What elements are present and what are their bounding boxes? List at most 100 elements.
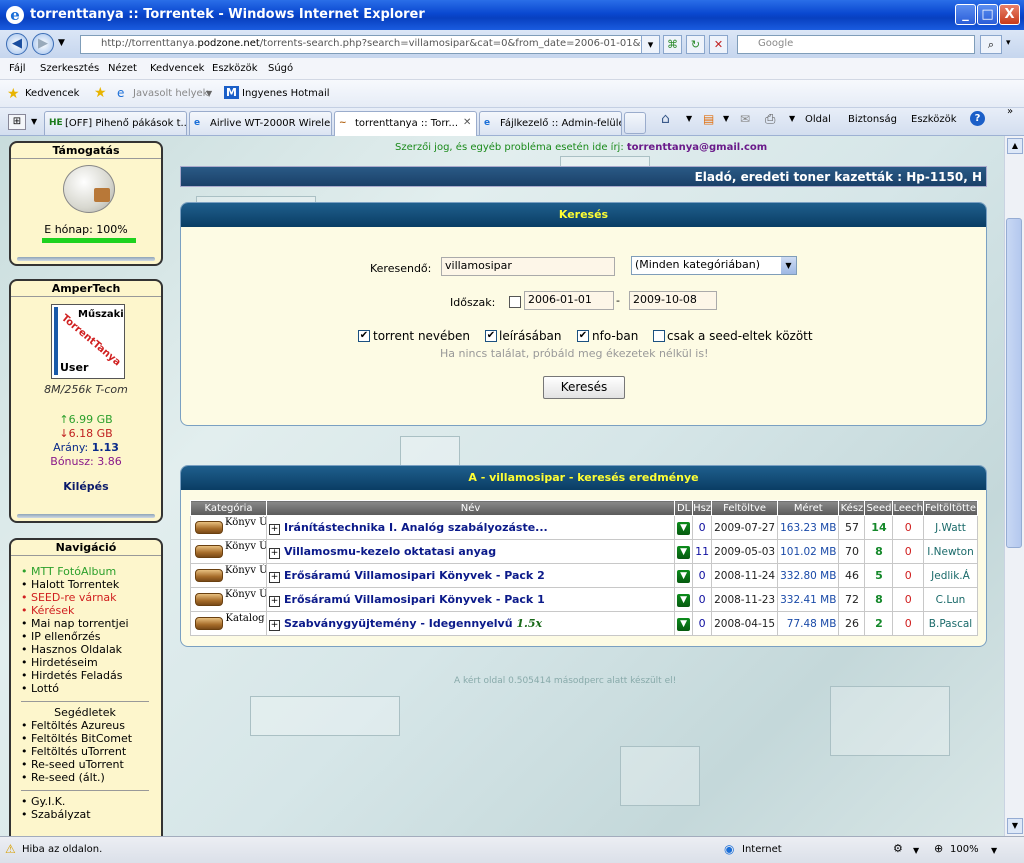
mail-icon[interactable]: ✉: [740, 112, 750, 126]
date-to-input[interactable]: 2009-10-08: [629, 291, 717, 310]
menu-file[interactable]: Fájl: [9, 63, 26, 74]
row-uploader[interactable]: J.Watt: [923, 515, 978, 540]
row-name[interactable]: + Szabványgyüjtemény - Idegennyelvű 1.5x: [265, 611, 676, 636]
page-menu[interactable]: Oldal: [805, 114, 831, 125]
menu-favorites[interactable]: Kedvencek: [150, 63, 204, 74]
download-icon[interactable]: ▼: [677, 522, 691, 535]
download-icon[interactable]: ▼: [677, 546, 691, 559]
menu-edit[interactable]: Szerkesztés: [40, 63, 99, 74]
nav-waiting-seed[interactable]: • SEED-re várnak: [21, 591, 149, 604]
protected-mode-icon[interactable]: ⚙: [893, 842, 903, 855]
row-download[interactable]: ▼: [674, 611, 694, 636]
search-input[interactable]: Google: [737, 35, 975, 54]
nav-ip-check[interactable]: • IP ellenőrzés: [21, 630, 149, 643]
torrent-name-link[interactable]: Villamosmu-kezelo oktatasi anyag: [284, 545, 496, 558]
col-name[interactable]: Név: [265, 500, 676, 516]
row-seed[interactable]: 8: [864, 587, 894, 612]
col-comments[interactable]: Hsz: [692, 500, 713, 516]
col-completed[interactable]: Kész: [838, 500, 866, 516]
tab-torrenttanya[interactable]: ~ torrenttanya :: Torr... ✕: [334, 111, 477, 136]
expand-icon[interactable]: +: [269, 523, 280, 535]
add-favorite-icon[interactable]: ★: [94, 85, 107, 101]
feeds-icon[interactable]: ▤: [703, 112, 714, 126]
row-leech[interactable]: 0: [892, 587, 924, 612]
menu-tools[interactable]: Eszközök: [212, 63, 258, 74]
nav-rules[interactable]: • Szabályzat: [21, 808, 149, 821]
copyright-email[interactable]: torrenttanya@gmail.com: [627, 142, 767, 153]
helper-reseed-utorrent[interactable]: • Re-seed uTorrent: [21, 758, 149, 771]
stop-icon[interactable]: ✕: [709, 35, 728, 54]
history-dropdown-icon[interactable]: ▼: [58, 38, 65, 48]
helper-bitcomet[interactable]: • Feltöltés BitComet: [21, 732, 149, 745]
nfo-checkbox[interactable]: ✔: [577, 330, 589, 342]
expand-icon[interactable]: +: [269, 595, 280, 607]
menu-help[interactable]: Súgó: [268, 63, 293, 74]
row-comments[interactable]: 0: [692, 587, 713, 612]
category-dropdown-icon[interactable]: ▼: [781, 257, 796, 274]
desc-checkbox[interactable]: ✔: [485, 330, 497, 342]
suggested-sites-link[interactable]: Javasolt helyek: [133, 88, 208, 99]
row-comments[interactable]: 0: [692, 611, 713, 636]
tab-list-dropdown-icon[interactable]: ▼: [31, 117, 37, 126]
favorites-button[interactable]: Kedvencek: [25, 88, 79, 99]
help-icon[interactable]: ?: [970, 111, 985, 126]
home-dropdown-icon[interactable]: ▼: [686, 114, 692, 123]
date-from-input[interactable]: 2006-01-01: [524, 291, 614, 310]
nav-faq[interactable]: • Gy.I.K.: [21, 795, 149, 808]
nav-photoalbum[interactable]: • MTT FotóAlbum: [21, 565, 149, 578]
menu-view[interactable]: Nézet: [108, 63, 137, 74]
row-download[interactable]: ▼: [674, 587, 694, 612]
tab-fajlkezelo[interactable]: e Fájlkezelő :: Admin-felület: [479, 111, 622, 135]
row-category[interactable]: Könyv Újság: [190, 587, 267, 612]
row-uploader[interactable]: C.Lun: [923, 587, 978, 612]
warning-icon[interactable]: ⚠: [5, 842, 16, 856]
maximize-button[interactable]: □: [977, 4, 998, 25]
compatibility-icon[interactable]: ⌘: [663, 35, 682, 54]
feeds-dropdown-icon[interactable]: ▼: [723, 114, 729, 123]
row-leech[interactable]: 0: [892, 515, 924, 540]
row-comments[interactable]: 11: [692, 539, 713, 564]
status-text[interactable]: Hiba az oldalon.: [22, 844, 102, 855]
col-uploaded[interactable]: Feltöltve: [711, 500, 779, 516]
row-download[interactable]: ▼: [674, 515, 694, 540]
row-seed[interactable]: 14: [864, 515, 894, 540]
row-name[interactable]: + Iránítástechnika I. Analóg szabályozást…: [265, 515, 676, 540]
scroll-up-icon[interactable]: ▲: [1007, 138, 1023, 154]
nav-lotto[interactable]: • Lottó: [21, 682, 149, 695]
address-dropdown-icon[interactable]: ▾: [641, 35, 660, 54]
period-checkbox[interactable]: [509, 296, 521, 308]
hotmail-link[interactable]: Ingyenes Hotmail: [242, 88, 330, 99]
close-button[interactable]: X: [999, 4, 1020, 25]
zoom-dropdown-icon[interactable]: ▼: [991, 846, 997, 855]
search-icon[interactable]: ⌕: [980, 35, 1002, 54]
home-icon[interactable]: ⌂: [661, 111, 670, 127]
col-size[interactable]: Méret: [777, 500, 840, 516]
tab-airlive[interactable]: e Airlive WT-2000R Wirele...: [189, 111, 332, 135]
nav-my-ads[interactable]: • Hirdetéseim: [21, 656, 149, 669]
row-seed[interactable]: 5: [864, 563, 894, 588]
quick-tabs-icon[interactable]: ⊞: [8, 114, 26, 130]
row-category[interactable]: Könyv Újság: [190, 515, 267, 540]
row-category[interactable]: Katalog: [190, 611, 267, 636]
col-uploader[interactable]: Feltöltötte: [923, 500, 978, 516]
expand-icon[interactable]: +: [269, 571, 280, 583]
col-leech[interactable]: Leech: [892, 500, 924, 516]
row-comments[interactable]: 0: [692, 515, 713, 540]
safety-menu[interactable]: Biztonság: [848, 114, 897, 125]
protected-dropdown-icon[interactable]: ▼: [913, 846, 919, 855]
zoom-icon[interactable]: ⊕: [934, 842, 943, 855]
print-icon[interactable]: ⎙: [765, 112, 775, 127]
row-leech[interactable]: 0: [892, 539, 924, 564]
row-category[interactable]: Könyv Újság: [190, 563, 267, 588]
forward-icon[interactable]: ▶: [32, 33, 54, 55]
zoom-level[interactable]: 100%: [950, 844, 979, 855]
back-icon[interactable]: ◀: [6, 33, 28, 55]
print-dropdown-icon[interactable]: ▼: [789, 114, 795, 123]
row-name[interactable]: + Villamosmu-kezelo oktatasi anyag: [265, 539, 676, 564]
name-checkbox[interactable]: ✔: [358, 330, 370, 342]
row-category[interactable]: Könyv Újság: [190, 539, 267, 564]
helper-reseed-general[interactable]: • Re-seed (ált.): [21, 771, 149, 784]
tab-close-icon[interactable]: ✕: [463, 117, 471, 128]
toolbar-overflow-icon[interactable]: »: [1007, 106, 1013, 117]
nav-requests[interactable]: • Kérések: [21, 604, 149, 617]
